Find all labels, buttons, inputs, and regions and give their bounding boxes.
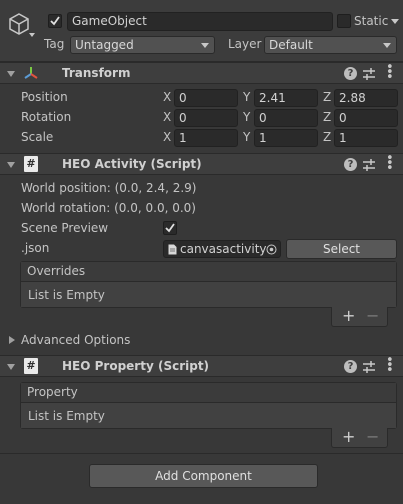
heo-activity-header[interactable]: # HEO Activity (Script) ? • • • bbox=[0, 152, 403, 175]
overrides-label: Overrides bbox=[27, 264, 86, 278]
json-object-field[interactable]: canvasactivity bbox=[163, 240, 281, 258]
axis-z-label: Z bbox=[323, 90, 332, 104]
axis-x-label: X bbox=[163, 130, 172, 144]
json-label: .json bbox=[21, 241, 50, 255]
position-z-field[interactable]: 2.88 bbox=[334, 89, 398, 107]
rotation-y-field[interactable]: 0 bbox=[254, 109, 318, 127]
scale-label: Scale bbox=[21, 130, 54, 144]
layer-dropdown[interactable]: Default bbox=[264, 36, 397, 54]
layer-label: Layer bbox=[228, 37, 262, 51]
help-icon[interactable]: ? bbox=[344, 67, 357, 80]
world-rotation-text: World rotation: (0.0, 0.0, 0.0) bbox=[21, 201, 196, 215]
icon-dropdown-arrow[interactable] bbox=[29, 33, 35, 37]
scene-preview-label: Scene Preview bbox=[21, 221, 109, 235]
help-icon[interactable]: ? bbox=[344, 360, 357, 373]
property-list-header: Property bbox=[21, 383, 396, 403]
remove-element-button[interactable]: − bbox=[366, 427, 379, 446]
transform-axes-icon bbox=[24, 67, 38, 79]
add-element-button[interactable]: + bbox=[342, 306, 355, 325]
object-header: GameObject Static Tag Untagged Layer Def… bbox=[0, 0, 403, 62]
layer-value: Default bbox=[269, 38, 313, 52]
object-name-field[interactable]: GameObject bbox=[67, 12, 333, 31]
scene-preview-checkbox[interactable] bbox=[163, 221, 177, 235]
overrides-list-header: Overrides bbox=[21, 262, 396, 282]
axis-y-label: Y bbox=[243, 110, 251, 124]
heo-property-title: HEO Property (Script) bbox=[62, 359, 210, 373]
property-label: Property bbox=[27, 385, 78, 399]
preset-sliders-icon[interactable] bbox=[362, 360, 376, 374]
rotation-label: Rotation bbox=[21, 110, 72, 124]
heo-property-header[interactable]: # HEO Property (Script) ? • • • bbox=[0, 354, 403, 377]
tag-label: Tag bbox=[44, 37, 65, 51]
axis-x-label: X bbox=[163, 110, 172, 124]
scale-x-field[interactable]: 1 bbox=[174, 129, 238, 147]
script-icon: # bbox=[24, 358, 38, 374]
checkmark-icon bbox=[165, 223, 175, 233]
position-y-field[interactable]: 2.41 bbox=[254, 89, 318, 107]
overrides-list-body: List is Empty bbox=[21, 282, 396, 307]
help-icon[interactable]: ? bbox=[344, 158, 357, 171]
axis-y-label: Y bbox=[243, 90, 251, 104]
active-checkbox[interactable] bbox=[48, 14, 62, 28]
property-list: Property List is Empty bbox=[20, 382, 397, 429]
static-label: Static bbox=[354, 14, 389, 28]
axis-x-label: X bbox=[163, 90, 172, 104]
rotation-z-field[interactable]: 0 bbox=[334, 109, 398, 127]
tag-dropdown[interactable]: Untagged bbox=[70, 36, 215, 54]
heo-activity-title: HEO Activity (Script) bbox=[62, 157, 202, 171]
axis-z-label: Z bbox=[323, 110, 332, 124]
position-label: Position bbox=[21, 90, 68, 104]
preset-sliders-icon[interactable] bbox=[362, 67, 376, 81]
transform-body: Position X 0 Y 2.41 Z 2.88 Rotation X 0 … bbox=[0, 84, 403, 152]
world-position-text: World position: (0.0, 2.4, 2.9) bbox=[21, 181, 197, 195]
checkmark-icon bbox=[50, 16, 60, 26]
transform-header[interactable]: Transform ? • • • bbox=[0, 61, 403, 84]
rotation-x-field[interactable]: 0 bbox=[174, 109, 238, 127]
property-list-footer: + − bbox=[331, 427, 388, 448]
overrides-list: Overrides List is Empty bbox=[20, 261, 397, 308]
property-list-body: List is Empty bbox=[21, 403, 396, 428]
axis-z-label: Z bbox=[323, 130, 332, 144]
advanced-options-label[interactable]: Advanced Options bbox=[21, 333, 130, 347]
advanced-options-foldout-icon[interactable] bbox=[9, 336, 15, 344]
foldout-arrow-icon[interactable] bbox=[7, 162, 15, 168]
remove-element-button[interactable]: − bbox=[366, 306, 379, 325]
kebab-menu-icon[interactable]: • • • bbox=[386, 354, 394, 377]
kebab-menu-icon[interactable]: • • • bbox=[386, 61, 394, 84]
preset-sliders-icon[interactable] bbox=[362, 158, 376, 172]
object-picker-icon[interactable] bbox=[266, 244, 277, 255]
transform-title: Transform bbox=[62, 66, 131, 80]
overrides-empty-text: List is Empty bbox=[28, 288, 105, 302]
static-checkbox[interactable] bbox=[337, 14, 351, 28]
scale-z-field[interactable]: 1 bbox=[334, 129, 398, 147]
position-x-field[interactable]: 0 bbox=[174, 89, 238, 107]
static-dropdown-arrow[interactable] bbox=[391, 19, 399, 24]
axis-y-label: Y bbox=[243, 130, 251, 144]
kebab-menu-icon[interactable]: • • • bbox=[386, 152, 394, 175]
foldout-arrow-icon[interactable] bbox=[7, 71, 15, 77]
scale-y-field[interactable]: 1 bbox=[254, 129, 318, 147]
script-icon: # bbox=[24, 156, 38, 172]
add-component-button[interactable]: Add Component bbox=[89, 464, 318, 488]
add-element-button[interactable]: + bbox=[342, 427, 355, 446]
chevron-down-icon bbox=[383, 43, 391, 48]
chevron-down-icon bbox=[201, 43, 209, 48]
gameobject-cube-icon[interactable] bbox=[8, 12, 30, 36]
select-button[interactable]: Select bbox=[286, 239, 397, 259]
property-empty-text: List is Empty bbox=[28, 409, 105, 423]
tag-value: Untagged bbox=[75, 38, 134, 52]
overrides-list-footer: + − bbox=[331, 306, 388, 327]
foldout-arrow-icon[interactable] bbox=[7, 364, 15, 370]
json-value: canvasactivity bbox=[180, 242, 267, 256]
section-divider bbox=[0, 453, 403, 454]
text-asset-icon bbox=[168, 244, 177, 255]
